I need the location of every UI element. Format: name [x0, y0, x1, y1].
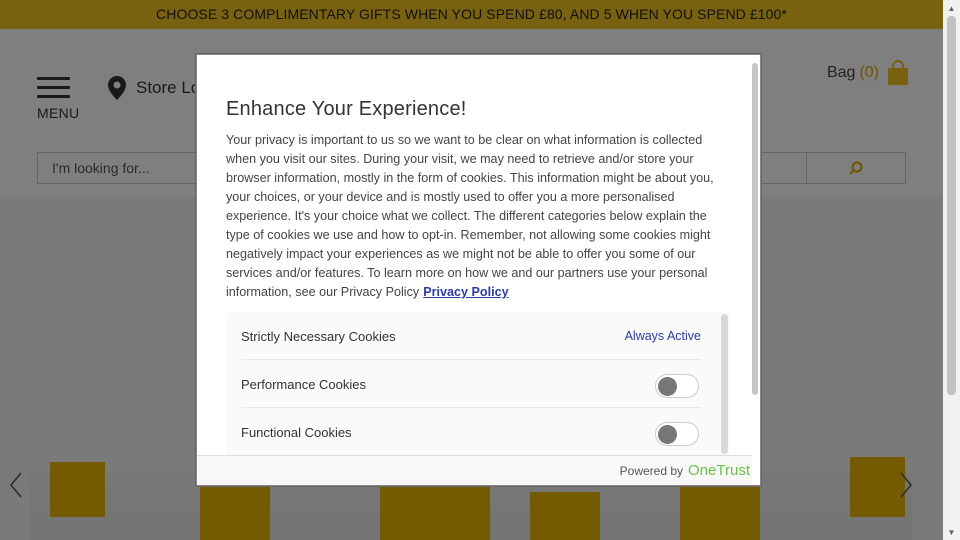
powered-by-label: Powered by — [619, 464, 684, 478]
privacy-description: Your privacy is important to us so we wa… — [226, 131, 726, 302]
scrollbar-thumb[interactable] — [947, 16, 956, 395]
privacy-description-text: Your privacy is important to us so we wa… — [226, 133, 714, 299]
toggle-knob — [658, 377, 677, 396]
powered-by: Powered by OneTrust — [620, 462, 750, 479]
functional-cookies-toggle[interactable] — [655, 422, 699, 446]
cookie-category-functional[interactable]: Functional Cookies — [241, 408, 701, 455]
modal-content: Enhance Your Experience! Your privacy is… — [197, 55, 752, 455]
scroll-down-arrow[interactable]: ▼ — [943, 524, 960, 540]
modal-scrollbar[interactable] — [752, 63, 758, 395]
privacy-policy-link[interactable]: Privacy Policy — [423, 285, 508, 299]
scroll-up-arrow[interactable]: ▲ — [943, 0, 960, 16]
performance-cookies-toggle[interactable] — [655, 374, 699, 398]
category-name: Performance Cookies — [241, 377, 366, 392]
toggle-knob — [658, 425, 677, 444]
page-scrollbar[interactable]: ▲ ▼ — [943, 0, 960, 540]
cookie-preferences-modal: Enhance Your Experience! Your privacy is… — [196, 54, 761, 486]
category-name: Functional Cookies — [241, 425, 352, 440]
modal-title: Enhance Your Experience! — [226, 98, 467, 120]
cookie-category-strictly-necessary[interactable]: Strictly Necessary Cookies Always Active — [241, 312, 701, 360]
onetrust-logo-link[interactable]: OneTrust — [688, 462, 750, 479]
cookie-category-list: Strictly Necessary Cookies Always Active… — [226, 312, 730, 455]
category-name: Strictly Necessary Cookies — [241, 329, 396, 344]
modal-footer: Powered by OneTrust — [197, 455, 752, 485]
always-active-label: Always Active — [624, 329, 701, 343]
category-list-scrollbar[interactable] — [721, 314, 728, 454]
cookie-category-performance[interactable]: Performance Cookies — [241, 360, 701, 408]
